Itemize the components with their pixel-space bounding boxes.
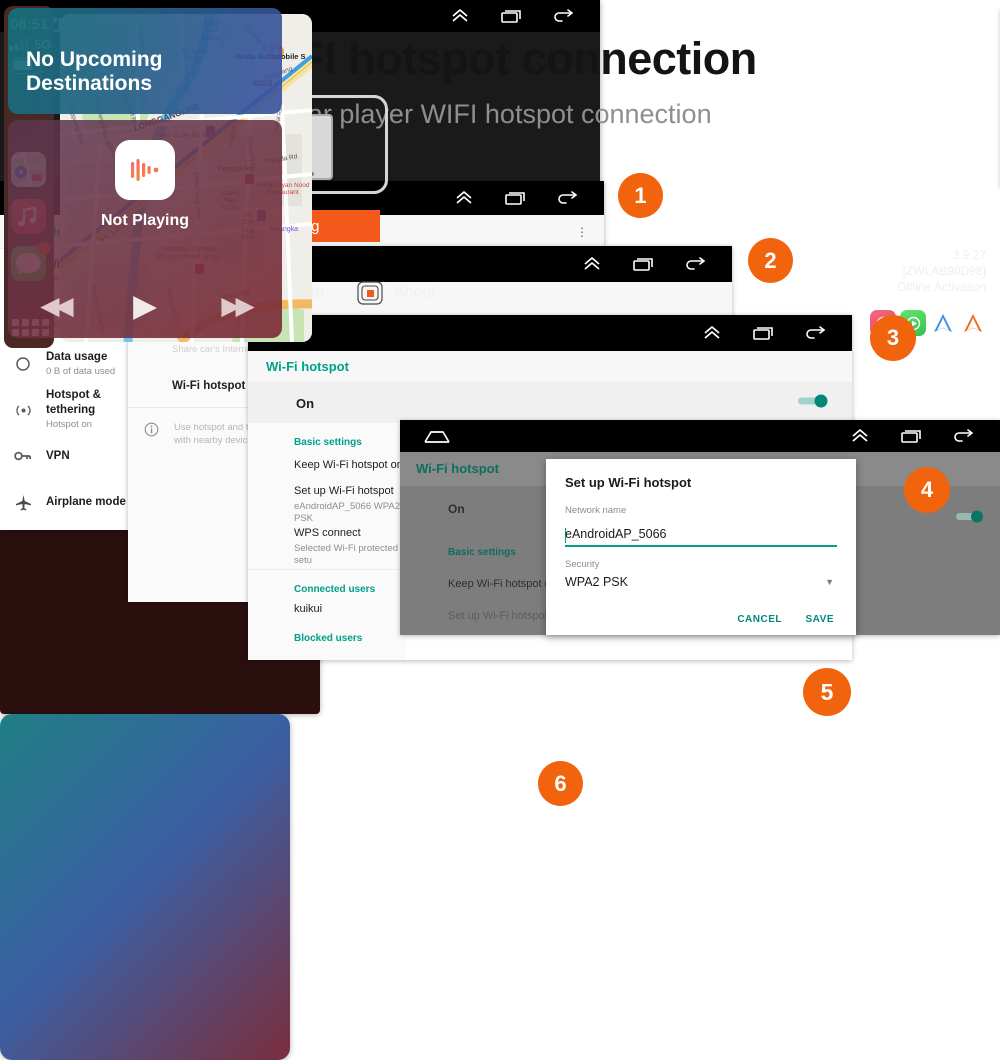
collapse-up-icon[interactable] <box>454 190 474 206</box>
recent-apps-icon[interactable] <box>632 257 654 272</box>
info-line-1: Use hotspot and tet <box>174 422 257 433</box>
collapse-up-icon[interactable] <box>702 325 722 341</box>
list-item-hotspot-tethering[interactable]: Hotspot & tethering Hotspot on <box>0 387 134 433</box>
step-badge-4: 4 <box>904 467 950 513</box>
save-button[interactable]: SAVE <box>806 614 835 625</box>
hotspot-list: USB tethering Share car's Internet Wi-Fi… <box>128 318 264 602</box>
hotspot-toggle-switch[interactable] <box>798 394 830 413</box>
list-item-sub: Share car's Internet <box>172 344 255 356</box>
section-header-blocked: Blocked users <box>294 633 363 644</box>
step-badge-1: 1 <box>618 173 663 218</box>
version-number: 3.9.27 <box>952 248 986 262</box>
list-item-wps-connect[interactable]: WPS connect Selected Wi-Fi protected set… <box>248 526 406 570</box>
about-label: About <box>394 284 436 301</box>
setup-hotspot-dialog: Set up Wi-Fi hotspot Network name eAndro… <box>546 459 856 635</box>
input-underline <box>565 545 837 547</box>
connected-user-name: kuikui <box>294 603 323 616</box>
back-nav-icon[interactable] <box>684 256 706 272</box>
list-item-title: WPS connect <box>294 527 361 540</box>
collapse-up-icon[interactable] <box>450 8 470 24</box>
android-status-bar <box>248 315 852 351</box>
hotspot-toggle-row[interactable]: On <box>248 383 852 424</box>
ghost-app-bar-title: Wi-Fi hotspot <box>416 461 499 476</box>
list-item-title: Data usage <box>46 350 108 363</box>
hotspot-settings-list: Basic settings Keep Wi-Fi hotspot on Set… <box>248 423 406 660</box>
security-label: Security <box>565 559 600 570</box>
version-block: 3.9.27 [ZWLAB90D98] Offline Activation <box>897 247 986 296</box>
airplane-icon <box>0 494 46 511</box>
data-icon <box>0 356 46 372</box>
list-item-sub: Hotspot on <box>46 419 92 431</box>
list-item-wifi-hotspot[interactable]: Wi-Fi hotspot <box>128 366 264 408</box>
section-header-basic: Basic settings <box>294 437 362 448</box>
list-item-sub: Selected Wi-Fi protected setu <box>294 543 399 567</box>
panel-carplay-dashboard: No Upcoming Destinations Not Playing ◀◀ … <box>0 8 290 1060</box>
app-bar-title: Wi-Fi hotspot <box>266 359 349 374</box>
recent-apps-icon[interactable] <box>500 9 522 24</box>
dialog-title: Set up Wi-Fi hotspot <box>565 475 692 490</box>
back-nav-icon[interactable] <box>556 190 578 206</box>
collapse-up-icon[interactable] <box>850 428 870 444</box>
android-status-bar <box>400 420 1000 452</box>
recent-apps-icon[interactable] <box>752 326 774 341</box>
back-nav-icon[interactable] <box>804 325 826 341</box>
network-name-input[interactable]: eAndroidAP_5066 <box>565 527 666 541</box>
section-header-connected: Connected users <box>294 584 376 595</box>
list-item[interactable]: VPN <box>0 433 134 479</box>
app-bar: Wi-Fi hotspot <box>248 351 852 383</box>
home-icon[interactable] <box>422 429 452 444</box>
chevron-down-icon[interactable]: ▼ <box>825 577 834 587</box>
list-item-title: VPN <box>46 449 70 462</box>
list-item-title: Hotspot & tethering <box>46 389 101 416</box>
panel-setup-wifi-hotspot-dialog: Wi-Fi hotspot On Basic settings Keep Wi-… <box>400 420 1000 635</box>
back-nav-icon[interactable] <box>952 428 974 444</box>
list-item-setup-hotspot[interactable]: Set up Wi-Fi hotspot eAndroidAP_5066 WPA… <box>248 484 406 526</box>
cancel-button[interactable]: CANCEL <box>737 614 782 625</box>
step-badge-5: 5 <box>803 668 851 716</box>
step-badge-6: 6 <box>538 761 583 806</box>
android-auto-orange-icon[interactable] <box>960 310 986 336</box>
android-auto-blue-icon[interactable] <box>930 310 956 336</box>
step-badge-2: 2 <box>748 238 793 283</box>
hotspot-toggle-label: On <box>296 395 315 411</box>
back-nav-icon[interactable] <box>552 8 574 24</box>
collapse-up-icon[interactable] <box>582 256 602 272</box>
step-badge-3: 3 <box>870 315 916 361</box>
recent-apps-icon[interactable] <box>504 191 526 206</box>
list-item[interactable]: Airplane mode <box>0 479 134 525</box>
list-item-title: Set up Wi-Fi hotspot <box>294 484 394 497</box>
list-item-sub: 0 B of data used <box>46 366 116 378</box>
list-item-title: Airplane mode <box>46 495 126 508</box>
hotspot-info-row: Use hotspot and tet with nearby devices <box>128 408 264 462</box>
list-item-keep-hotspot-on[interactable]: Keep Wi-Fi hotspot on <box>248 448 406 484</box>
info-icon <box>128 420 174 437</box>
list-item-sub: eAndroidAP_5066 WPA2 PSK <box>294 500 400 524</box>
security-value[interactable]: WPA2 PSK <box>565 575 628 589</box>
ghost-hotspot-toggle[interactable] <box>956 510 984 523</box>
list-item-connected-user[interactable]: kuikui <box>248 595 406 625</box>
vpn-key-icon <box>0 450 46 462</box>
about-square-icon <box>357 281 383 305</box>
activation-status: Offline Activation <box>896 280 986 295</box>
list-item-title: Keep Wi-Fi hotspot on <box>294 459 403 472</box>
overflow-menu-icon[interactable]: ⋮ <box>576 226 588 238</box>
recent-apps-icon[interactable] <box>900 429 922 444</box>
hotspot-icon <box>0 402 46 419</box>
network-name-label: Network name <box>565 505 627 516</box>
list-item-title: Wi-Fi hotspot <box>172 380 246 393</box>
device-id: [ZWLAB90D98] <box>902 264 986 279</box>
about-button[interactable]: About <box>355 278 436 308</box>
info-line-2: with nearby devices <box>174 435 258 447</box>
